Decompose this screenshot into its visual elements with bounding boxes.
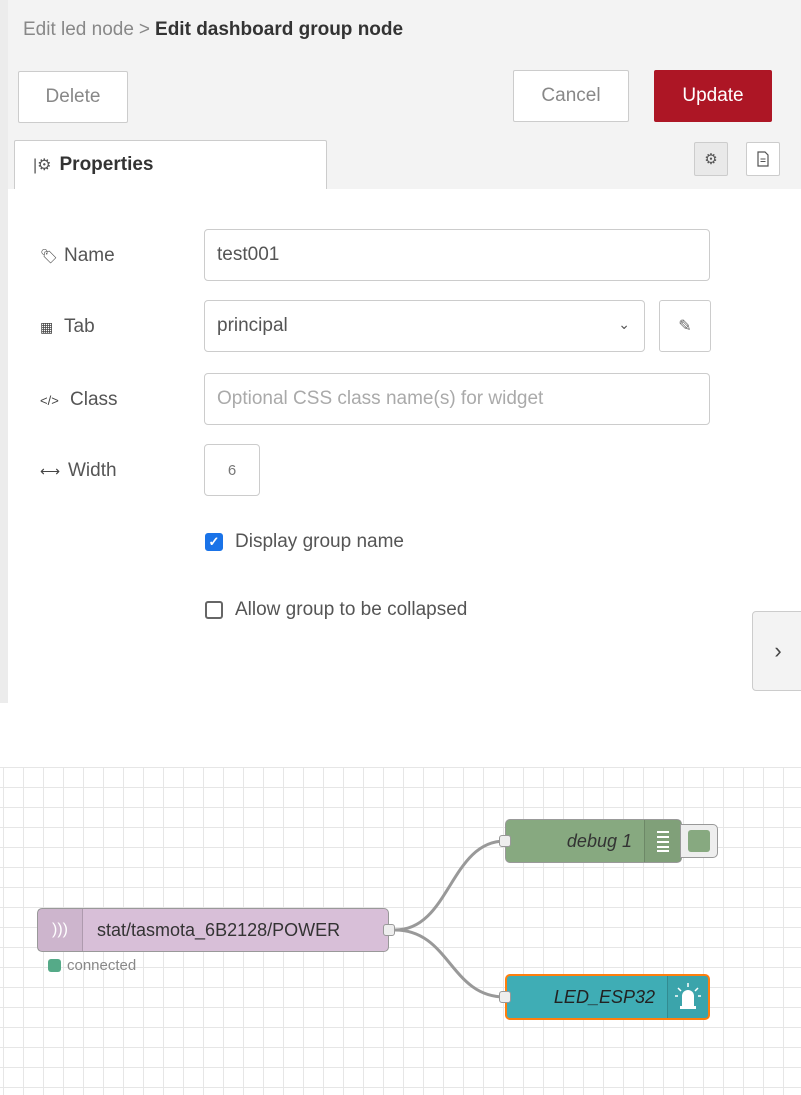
settings-tab-button[interactable]: ⚙ xyxy=(694,142,728,176)
flow-canvas[interactable]: ))) stat/tasmota_6B2128/POWER connected … xyxy=(0,767,801,1095)
mqtt-node-label: stat/tasmota_6B2128/POWER xyxy=(97,919,341,940)
arrows-horizontal-icon: ⟷ xyxy=(40,462,61,479)
wire-mqtt-to-led xyxy=(394,928,506,999)
tab-label-text: Tab xyxy=(64,316,95,337)
chevron-right-icon: › xyxy=(774,638,782,663)
width-size-button[interactable]: 6 xyxy=(204,444,260,496)
debug-toggle-indicator xyxy=(688,830,710,852)
info-tab-button[interactable] xyxy=(746,142,780,176)
gear-icon: |⚙ xyxy=(33,157,52,174)
list-icon xyxy=(657,831,669,852)
cancel-button[interactable]: Cancel xyxy=(513,70,629,122)
node-icon-area xyxy=(644,820,681,862)
name-input[interactable]: test001 xyxy=(204,229,710,281)
tray-header: Edit led node > Edit dashboard group node xyxy=(8,0,801,61)
update-button[interactable]: Update xyxy=(654,70,772,122)
status-dot-icon xyxy=(48,959,61,972)
tab-select[interactable]: principal ⌄ xyxy=(204,300,645,352)
debug-node-label: debug 1 xyxy=(566,830,632,851)
radio-waves-icon: ))) xyxy=(52,921,68,938)
led-node-label: LED_ESP32 xyxy=(553,986,655,1007)
pencil-icon: ✎ xyxy=(678,318,692,335)
edit-tray: Edit led node > Edit dashboard group node … xyxy=(0,0,801,703)
tag-icon: 🏷 xyxy=(40,247,58,264)
node-icon-area: ))) xyxy=(38,909,83,951)
name-label: 🏷 Name xyxy=(40,229,115,283)
mqtt-status: connected xyxy=(48,957,136,974)
tab-properties[interactable]: |⚙ Properties xyxy=(14,140,327,190)
tab-row: ▦ Tab principal ⌄ ✎ xyxy=(8,300,801,354)
led-input-port[interactable] xyxy=(499,991,511,1003)
tab-select-value: principal xyxy=(217,315,288,336)
class-input[interactable]: Optional CSS class name(s) for widget xyxy=(204,373,710,425)
properties-form: 🏷 Name test001 ▦ Tab principal ⌄ ✎ </> C… xyxy=(8,189,801,703)
breadcrumb: Edit led node > Edit dashboard group node xyxy=(23,19,403,41)
debug-input-port[interactable] xyxy=(499,835,511,847)
alarm-light-icon xyxy=(675,983,701,1009)
mqtt-status-text: connected xyxy=(67,957,137,974)
display-group-name-checkbox[interactable]: ✓ xyxy=(205,533,223,551)
allow-collapse-row: Allow group to be collapsed xyxy=(205,599,467,621)
debug-node[interactable]: debug 1 xyxy=(505,819,682,863)
breadcrumb-parent[interactable]: Edit led node xyxy=(23,19,134,40)
tray-toolbar: Delete Cancel Update xyxy=(8,60,801,136)
wire-mqtt-to-debug xyxy=(394,839,506,932)
edit-tab-button[interactable]: ✎ xyxy=(659,300,711,352)
debug-toggle-button[interactable] xyxy=(680,824,718,858)
tabs-bar: |⚙ Properties ⚙ xyxy=(8,135,801,190)
allow-collapse-label: Allow group to be collapsed xyxy=(235,599,468,620)
table-icon: ▦ xyxy=(40,318,54,335)
tab-properties-label: Properties xyxy=(59,154,154,175)
display-group-name-row: ✓ Display group name xyxy=(205,531,404,553)
node-icon-area xyxy=(667,976,708,1018)
width-label: ⟷ Width xyxy=(40,444,117,498)
name-row: 🏷 Name test001 xyxy=(8,229,801,283)
display-group-name-label: Display group name xyxy=(235,531,404,552)
delete-button[interactable]: Delete xyxy=(18,71,128,123)
allow-collapse-checkbox[interactable] xyxy=(205,601,223,619)
name-label-text: Name xyxy=(64,245,115,266)
code-icon: </> xyxy=(40,392,59,408)
led-node[interactable]: LED_ESP32 xyxy=(505,974,710,1020)
class-row: </> Class Optional CSS class name(s) for… xyxy=(8,373,801,427)
class-label-text: Class xyxy=(70,389,118,410)
expand-tray-button[interactable]: › xyxy=(752,611,801,691)
chevron-down-icon: ⌄ xyxy=(618,316,630,332)
breadcrumb-separator: > xyxy=(138,19,151,40)
class-label: </> Class xyxy=(40,373,118,427)
document-icon xyxy=(757,151,769,167)
width-label-text: Width xyxy=(68,460,117,481)
mqtt-in-node[interactable]: ))) stat/tasmota_6B2128/POWER xyxy=(37,908,389,952)
tab-label: ▦ Tab xyxy=(40,300,95,354)
breadcrumb-current: Edit dashboard group node xyxy=(155,19,404,40)
mqtt-output-port[interactable] xyxy=(383,924,395,936)
gear-icon: ⚙ xyxy=(704,151,718,168)
width-row: ⟷ Width 6 xyxy=(8,444,801,498)
